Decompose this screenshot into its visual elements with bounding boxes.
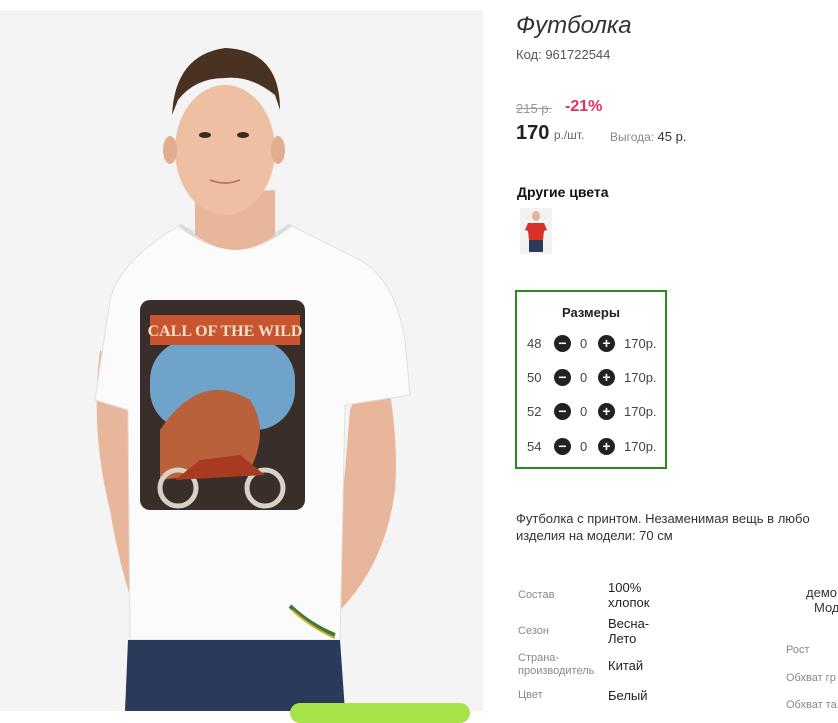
quantity-value: 0 bbox=[580, 439, 588, 454]
quantity-value: 0 bbox=[580, 336, 588, 351]
spec-label: Сезон bbox=[518, 625, 549, 637]
decrease-quantity-button[interactable]: − bbox=[554, 438, 571, 455]
size-price: 170р. bbox=[624, 370, 657, 385]
discount-badge: -21% bbox=[565, 98, 603, 115]
quantity-value: 0 bbox=[580, 370, 588, 385]
spec-label: Состав bbox=[518, 589, 555, 601]
quantity-value: 0 bbox=[580, 404, 588, 419]
spec-label: Цвет bbox=[518, 689, 543, 701]
benefit-label: Выгода: bbox=[610, 130, 655, 144]
sizes-title: Размеры bbox=[562, 305, 620, 320]
price-value: 170 bbox=[516, 122, 550, 144]
size-price: 170р. bbox=[624, 439, 657, 454]
decrease-quantity-button[interactable]: − bbox=[554, 369, 571, 386]
model-chest-label: Обхват гр bbox=[786, 672, 836, 684]
price-unit: р./шт. bbox=[553, 128, 585, 142]
product-image: CALL OF THE WILD bbox=[94, 48, 411, 711]
size-row: 48 − 0 + 170р. bbox=[527, 334, 667, 354]
product-description: Футболка с принтом. Незаменимая вещь в л… bbox=[516, 510, 838, 544]
model-waist-label: Обхват та bbox=[786, 699, 837, 711]
other-colors-title: Другие цвета bbox=[517, 184, 609, 200]
size-label: 50 bbox=[527, 370, 542, 385]
increase-quantity-button[interactable]: + bbox=[598, 369, 615, 386]
model-header-line-2: Мод bbox=[814, 600, 838, 615]
model-height-label: Рост bbox=[786, 644, 810, 656]
model-header-line-1: демо bbox=[806, 585, 837, 600]
spec-value: Китай bbox=[608, 658, 644, 673]
sizes-panel: Размеры 48 − 0 + 170р. 50 − 0 + 170р. 52… bbox=[515, 290, 667, 469]
svg-text:CALL OF THE WILD: CALL OF THE WILD bbox=[148, 323, 303, 340]
description-line-2: изделия на модели: 70 см bbox=[516, 528, 673, 543]
size-row: 50 − 0 + 170р. bbox=[527, 368, 667, 388]
spec-value: 100% хлопок bbox=[608, 580, 650, 610]
increase-quantity-button[interactable]: + bbox=[598, 335, 615, 352]
product-title: Футболка bbox=[516, 12, 632, 39]
increase-quantity-button[interactable]: + bbox=[598, 403, 615, 420]
increase-quantity-button[interactable]: + bbox=[598, 438, 615, 455]
size-row: 52 − 0 + 170р. bbox=[527, 402, 667, 422]
benefit-value: 45 р. bbox=[657, 129, 687, 144]
description-line-1: Футболка с принтом. Незаменимая вещь в л… bbox=[516, 511, 810, 526]
spec-value: Белый bbox=[608, 688, 648, 703]
red-shirt-thumbnail-image bbox=[525, 211, 547, 252]
size-price: 170р. bbox=[624, 404, 657, 419]
size-label: 52 bbox=[527, 404, 542, 419]
size-price: 170р. bbox=[624, 336, 657, 351]
color-variant-thumbnail[interactable] bbox=[520, 208, 552, 254]
old-price: 215 р. bbox=[516, 101, 553, 116]
add-to-cart-button[interactable] bbox=[290, 703, 470, 723]
decrease-quantity-button[interactable]: − bbox=[554, 335, 571, 352]
current-price: 170 р./шт. bbox=[516, 122, 584, 145]
spec-value: Весна-Лето bbox=[608, 616, 650, 646]
decrease-quantity-button[interactable]: − bbox=[554, 403, 571, 420]
spec-label: Страна-производитель bbox=[518, 652, 595, 677]
size-label: 54 bbox=[527, 439, 542, 454]
size-label: 48 bbox=[527, 336, 542, 351]
size-row: 54 − 0 + 170р. bbox=[527, 437, 667, 457]
product-photo[interactable]: CALL OF THE WILD bbox=[0, 10, 483, 711]
benefit: Выгода: 45 р. bbox=[610, 129, 686, 144]
product-code: Код: 961722544 bbox=[516, 47, 611, 62]
